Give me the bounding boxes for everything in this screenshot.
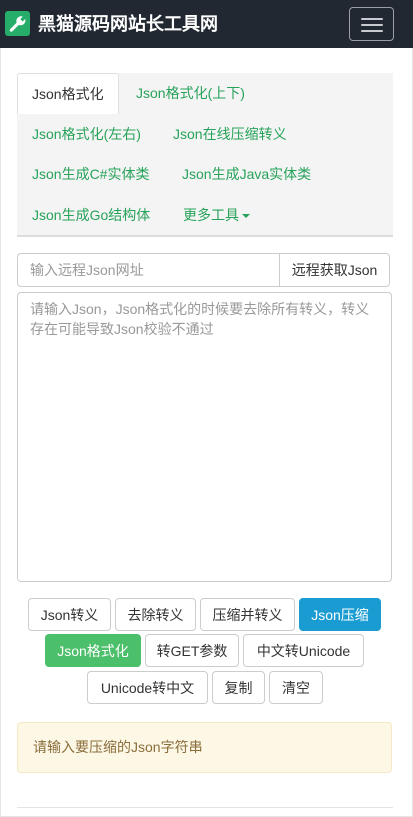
clear-button[interactable]: 清空 xyxy=(269,671,323,704)
chinese-to-unicode-button[interactable]: 中文转Unicode xyxy=(243,634,364,667)
tab-json-format[interactable]: Json格式化 xyxy=(17,73,119,114)
remote-url-group: 远程获取Json xyxy=(17,253,390,287)
json-compress-button[interactable]: Json压缩 xyxy=(299,598,381,631)
to-get-params-button[interactable]: 转GET参数 xyxy=(145,634,239,667)
remove-escape-button[interactable]: 去除转义 xyxy=(115,598,196,631)
hamburger-icon-bar xyxy=(361,24,383,26)
json-escape-button[interactable]: Json转义 xyxy=(28,598,111,631)
status-alert: 请输入要压缩的Json字符串 xyxy=(17,722,392,773)
tool-tabs: Json格式化 Json格式化(上下) Json格式化(左右) Json在线压缩… xyxy=(17,73,393,237)
caret-down-icon xyxy=(242,214,250,219)
tab-json-to-go[interactable]: Json生成Go结构体 xyxy=(32,195,150,235)
hamburger-icon xyxy=(361,18,383,20)
tab-json-to-csharp[interactable]: Json生成C#实体类 xyxy=(32,154,149,194)
brand-title[interactable]: 黑猫源码网站长工具网 xyxy=(38,12,218,36)
wrench-icon[interactable] xyxy=(5,11,30,36)
unicode-to-chinese-button[interactable]: Unicode转中文 xyxy=(87,671,208,704)
json-input-textarea[interactable] xyxy=(17,292,392,582)
hamburger-icon-bar xyxy=(361,30,383,32)
json-format-button[interactable]: Json格式化 xyxy=(45,634,141,667)
tab-json-format-vertical[interactable]: Json格式化(上下) xyxy=(136,73,245,113)
tab-json-format-horizontal[interactable]: Json格式化(左右) xyxy=(32,114,141,154)
remote-url-input[interactable] xyxy=(17,253,280,287)
tab-more-tools-label: 更多工具 xyxy=(183,207,239,223)
top-navbar: 黑猫源码网站长工具网 xyxy=(0,0,413,48)
compress-escape-button[interactable]: 压缩并转义 xyxy=(200,598,295,631)
menu-toggle-button[interactable] xyxy=(349,7,394,41)
copy-button[interactable]: 复制 xyxy=(212,671,265,704)
tab-json-compress-escape[interactable]: Json在线压缩转义 xyxy=(173,114,287,154)
tab-json-to-java[interactable]: Json生成Java实体类 xyxy=(182,154,311,194)
fetch-remote-json-button[interactable]: 远程获取Json xyxy=(279,253,390,287)
footer-divider xyxy=(17,807,393,808)
tab-more-tools[interactable]: 更多工具 xyxy=(183,195,250,235)
